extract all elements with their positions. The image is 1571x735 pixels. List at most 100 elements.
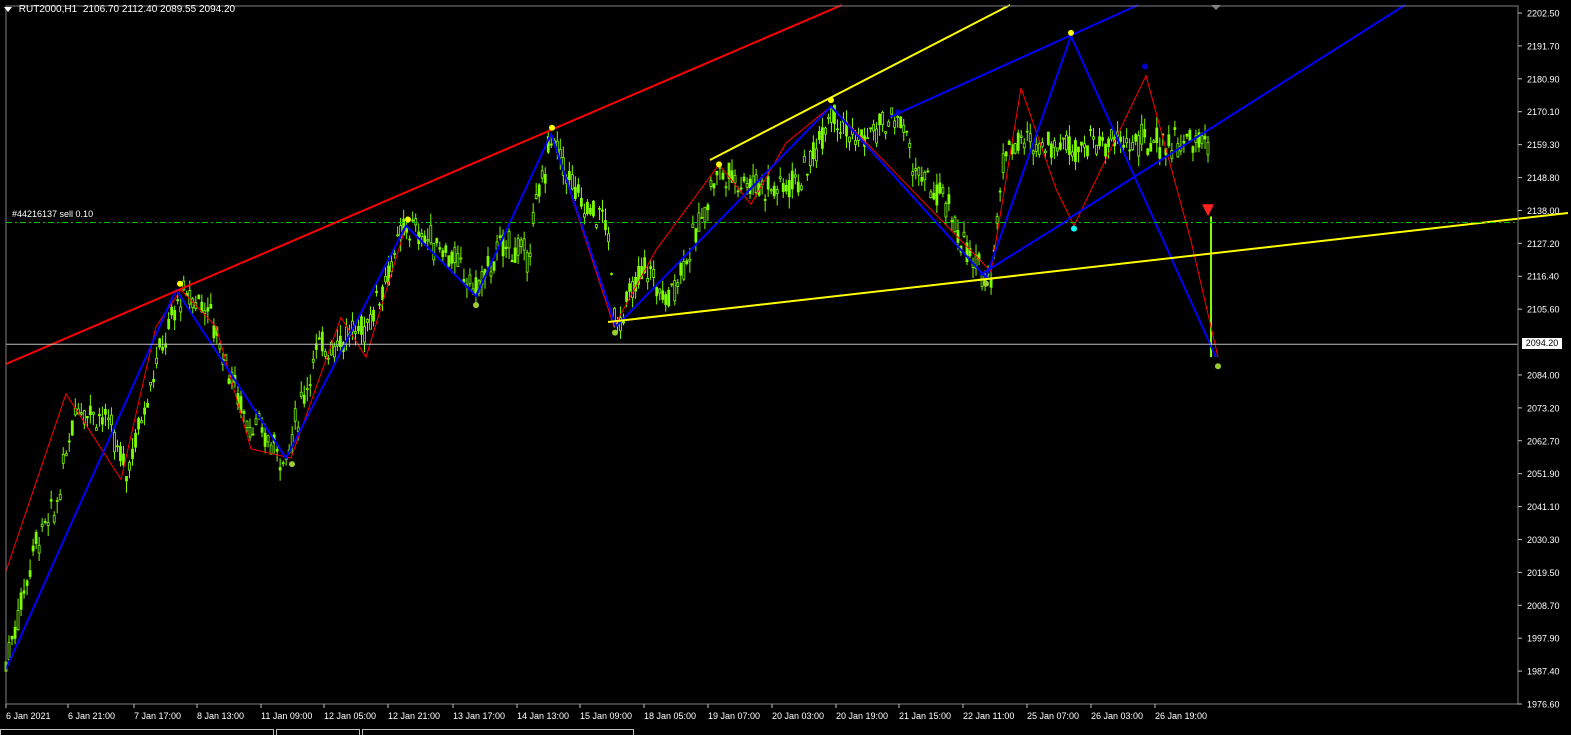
candle-body <box>1037 143 1041 155</box>
candle-body <box>158 338 162 348</box>
candle-body <box>929 191 933 199</box>
candle-body <box>299 391 303 397</box>
price-chart[interactable]: 2202.50 2191.70 2180.90 2170.10 2159.30 2148.… <box>0 0 1571 735</box>
candle-body <box>354 331 357 334</box>
candle-body <box>1092 136 1095 140</box>
candle-body <box>1074 140 1077 162</box>
candle-body <box>155 357 159 365</box>
symbol-header: RUT2000,H1 2106.70 2112.40 2089.55 2094.… <box>4 4 235 15</box>
candle-body <box>748 178 752 194</box>
chart-tabs-bar <box>0 729 1571 735</box>
candle-body <box>7 642 11 661</box>
pivot-marker <box>289 461 295 468</box>
candle-body <box>1146 148 1150 155</box>
candle-body <box>896 116 900 118</box>
candle-body <box>326 357 330 360</box>
chart-canvas[interactable]: 2202.50 2191.70 2180.90 2170.10 2159.30 2148.… <box>0 0 1571 735</box>
candle-body <box>836 128 839 131</box>
candle-body <box>176 299 180 302</box>
candle-body <box>814 148 818 162</box>
candle-body <box>866 137 869 140</box>
pivot-marker <box>1068 29 1074 36</box>
candle-body <box>263 432 267 447</box>
candle-body <box>766 176 770 190</box>
candle-body <box>576 184 580 193</box>
candle-body <box>335 340 339 347</box>
dropdown-triangle-icon[interactable] <box>4 6 12 12</box>
candle-body <box>1061 137 1065 140</box>
candle-body <box>670 283 674 286</box>
blue-lower-trendline[interactable] <box>979 219 1069 276</box>
candle-body <box>796 181 800 193</box>
candle-body <box>149 381 153 386</box>
candle-body <box>486 256 490 267</box>
candle-body <box>441 250 445 257</box>
candle-body <box>25 580 29 586</box>
candle-body <box>311 358 315 363</box>
chart-tab[interactable] <box>0 729 274 735</box>
candle-body <box>1019 135 1023 138</box>
candle-body <box>1143 129 1147 138</box>
candle-body <box>1025 130 1029 133</box>
candle-body <box>881 112 885 125</box>
candle-body <box>179 306 183 313</box>
candle-body <box>763 198 767 201</box>
candle-body <box>784 184 788 192</box>
blue-mid-trendline[interactable] <box>1067 4 1406 220</box>
yellow-support-trendline[interactable] <box>607 212 1569 323</box>
candle-body <box>34 532 38 544</box>
candle-body <box>534 194 538 199</box>
candle-body <box>1167 134 1171 147</box>
candle-body <box>570 174 574 190</box>
pivot-marker <box>1071 225 1077 232</box>
chart-tab[interactable] <box>276 729 360 735</box>
candle-body <box>308 384 312 386</box>
candle-body <box>709 180 713 187</box>
candle-body <box>170 306 174 316</box>
candle-body <box>456 253 460 267</box>
candle-body <box>1031 150 1035 155</box>
candle-body <box>55 500 59 502</box>
candle-body <box>447 255 451 267</box>
candle-body <box>1119 136 1123 142</box>
candle-body <box>513 247 517 263</box>
candle-body <box>1052 140 1056 148</box>
candle-body <box>679 263 683 276</box>
candle-body <box>1104 143 1107 157</box>
x-tick-label: 25 Jan 07:00 <box>1027 711 1079 721</box>
order-line-label[interactable]: #44216137 sell 0.10 <box>12 209 93 219</box>
x-tick-label: 11 Jan 09:00 <box>261 711 312 721</box>
candle-body <box>938 182 942 194</box>
y-tick-label: 2116.40 <box>1527 272 1559 282</box>
candle-body <box>950 219 954 223</box>
x-tick-label: 7 Jan 17:00 <box>134 711 181 721</box>
candle-body <box>1200 135 1204 144</box>
candle-body <box>366 319 369 323</box>
candle-body <box>610 273 613 275</box>
y-tick-label: 2062.70 <box>1527 436 1560 446</box>
candle-body <box>1083 143 1086 148</box>
trend-lines-layer <box>5 4 1569 670</box>
candle-body <box>1185 133 1189 137</box>
candle-body <box>573 186 577 199</box>
chart-tab[interactable] <box>362 729 634 735</box>
candle-body <box>525 252 529 273</box>
candle-body <box>1058 142 1062 150</box>
candle-body <box>902 124 906 133</box>
candle-body <box>1158 147 1162 159</box>
candle-body <box>920 177 924 182</box>
candle-body <box>673 280 677 302</box>
candle-body <box>567 170 571 181</box>
candle-body <box>254 418 258 425</box>
y-tick-label: 1997.90 <box>1527 634 1560 644</box>
candle-body <box>589 207 592 215</box>
candle-body <box>811 142 815 160</box>
candle-body <box>167 318 171 329</box>
candle-body <box>143 407 146 415</box>
candle-body <box>1055 147 1059 152</box>
candle-body <box>203 310 207 314</box>
candle-body <box>468 274 472 285</box>
candle-body <box>1043 150 1047 154</box>
candle-body <box>661 290 665 300</box>
pivot-marker <box>473 302 479 309</box>
